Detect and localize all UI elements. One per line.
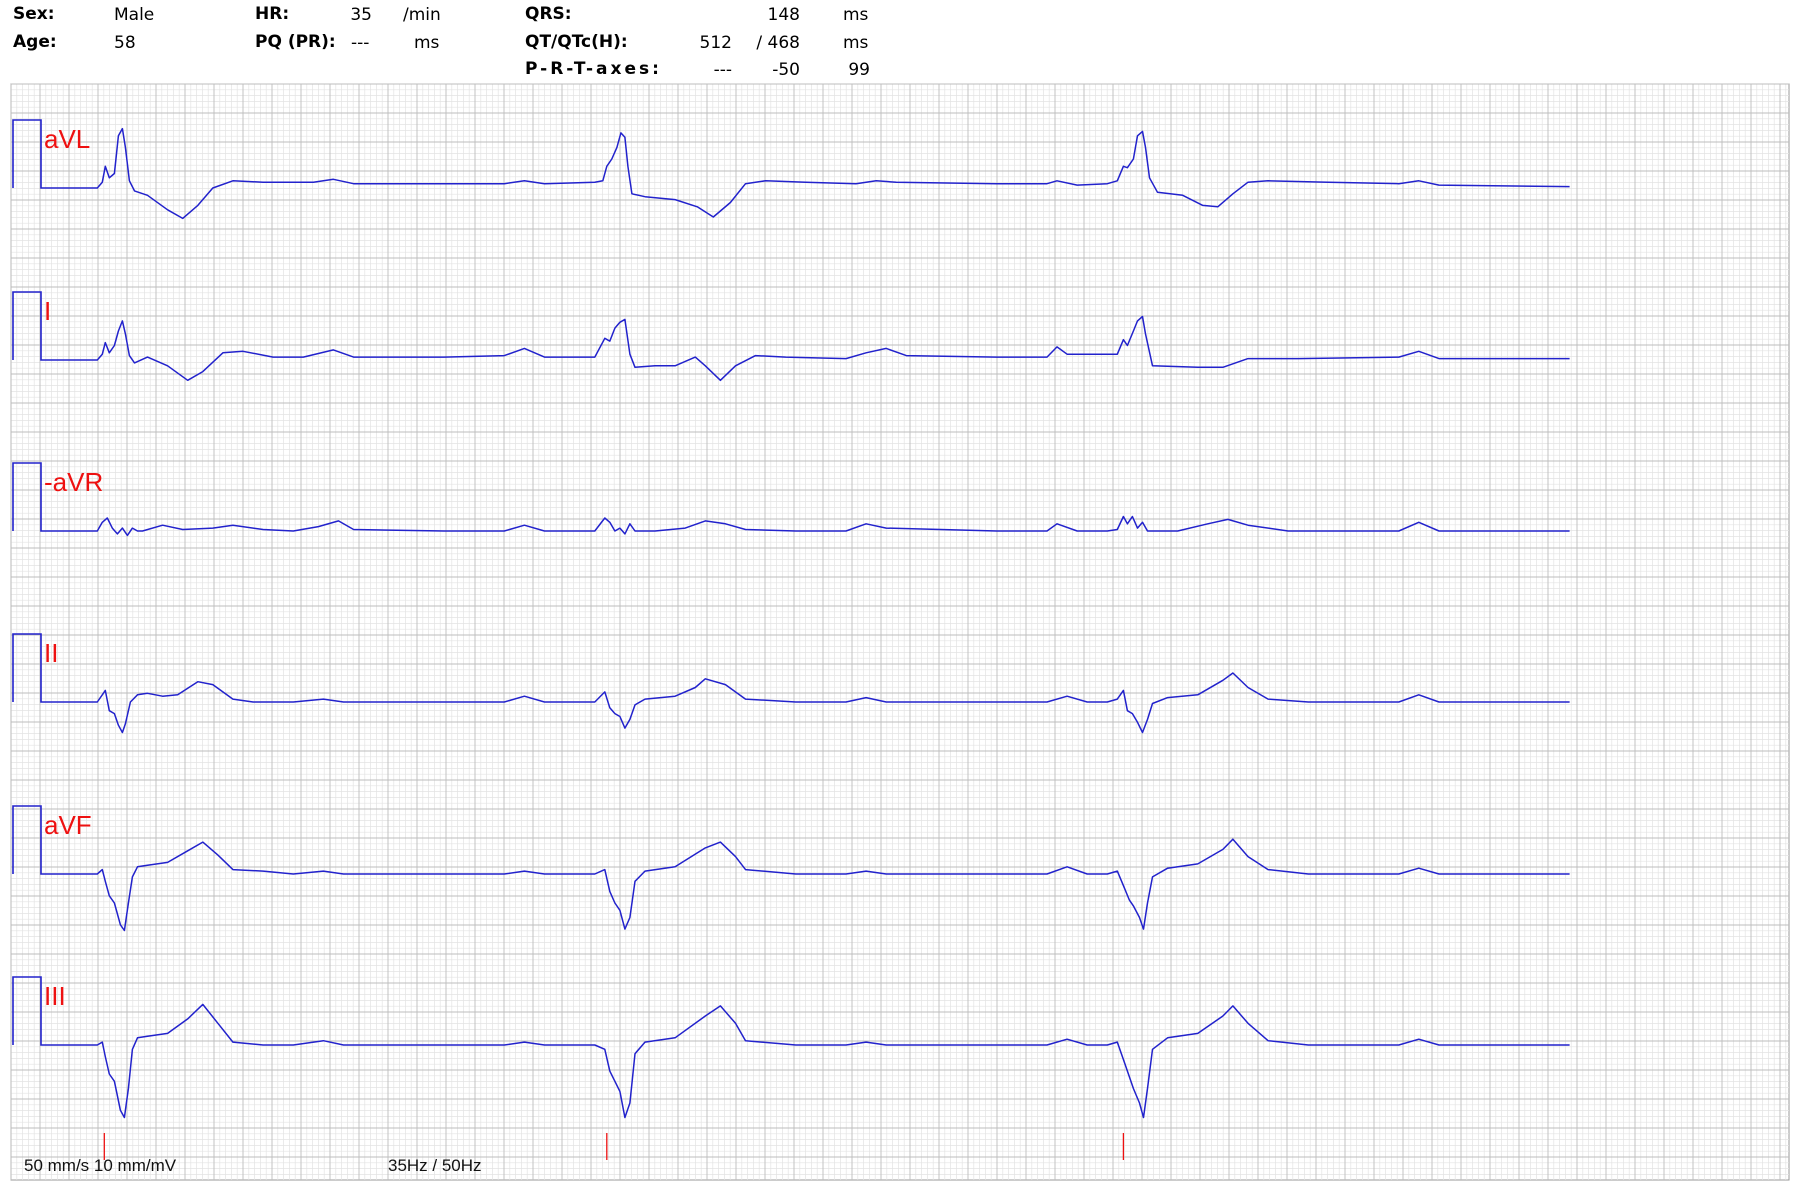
lead-label: aVF: [44, 810, 92, 840]
filter-label: 35Hz / 50Hz: [388, 1156, 482, 1175]
lead-label: -aVR: [44, 467, 103, 497]
lead-label: aVL: [44, 124, 90, 154]
lead-label: II: [44, 638, 58, 668]
ecg-chart: aVL I -aVR II aVF III: [10, 83, 1790, 1181]
ecg-grid: [10, 83, 1790, 1181]
lead-label: I: [44, 296, 51, 326]
lead-label: III: [44, 981, 66, 1011]
speed-gain-label: 50 mm/s 10 mm/mV: [24, 1156, 177, 1175]
